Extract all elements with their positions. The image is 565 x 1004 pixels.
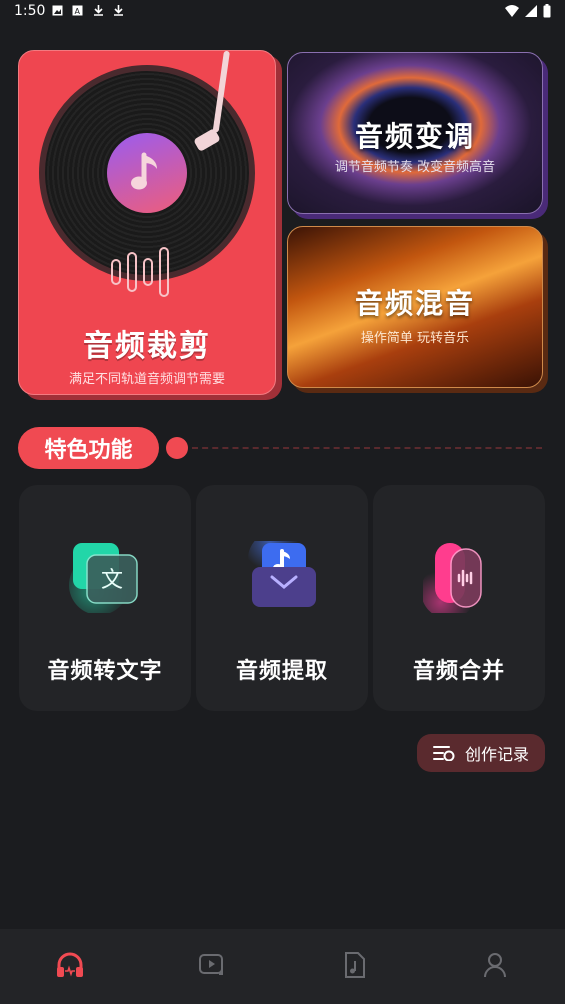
- bottom-tab-bar: [0, 929, 565, 1004]
- status-time: 1:50: [14, 3, 46, 19]
- history-list-icon: [432, 746, 455, 761]
- audio-extract-tile[interactable]: 音频提取: [196, 485, 368, 711]
- audio-to-text-tile[interactable]: 文 音频转文字: [19, 485, 191, 711]
- tile-label: 音频合并: [412, 659, 505, 684]
- audio-cut-card[interactable]: 音频裁剪 满足不同轨道音频调节需要: [18, 50, 276, 395]
- signal-icon: [525, 5, 537, 17]
- tile-label: 音频提取: [235, 659, 328, 684]
- profile-icon[interactable]: [479, 949, 511, 981]
- headphones-icon[interactable]: [54, 949, 86, 981]
- music-note-icon: [107, 133, 187, 213]
- card-subtitle: 满足不同轨道音频调节需要: [68, 372, 225, 387]
- card-subtitle: 调节音频节奏 改变音频高音: [334, 160, 496, 175]
- section-title: 特色功能: [18, 427, 159, 469]
- download-icon: [114, 5, 123, 16]
- waveform-icon: [111, 247, 169, 297]
- svg-text:A: A: [75, 7, 81, 16]
- creation-history-button[interactable]: 创作记录: [417, 734, 545, 772]
- translate-icon: 文: [69, 543, 138, 613]
- font-notification-icon: A: [72, 5, 83, 16]
- audio-pitch-card[interactable]: 音频变调 调节音频节奏 改变音频高音: [287, 52, 543, 214]
- section-divider: [192, 447, 542, 449]
- extract-icon: [248, 541, 316, 607]
- card-title: 音频混音: [354, 287, 475, 320]
- download-icon: [94, 5, 103, 16]
- tile-label: 音频转文字: [47, 659, 163, 684]
- image-notification-icon: [52, 5, 63, 16]
- section-dot: [166, 437, 188, 459]
- audio-merge-tile[interactable]: 音频合并: [373, 485, 545, 711]
- svg-text:文: 文: [101, 568, 123, 593]
- merge-icon: [423, 543, 482, 613]
- creation-history-label: 创作记录: [464, 745, 529, 764]
- card-subtitle: 操作简单 玩转音乐: [360, 331, 470, 346]
- audio-mix-card[interactable]: 音频混音 操作简单 玩转音乐: [287, 226, 543, 388]
- battery-icon: [543, 4, 551, 18]
- card-title: 音频变调: [354, 120, 475, 153]
- card-title: 音频裁剪: [83, 329, 211, 364]
- status-bar: 1:50 A: [0, 0, 565, 24]
- music-file-icon[interactable]: [338, 949, 370, 981]
- wifi-icon: [505, 5, 519, 17]
- video-icon[interactable]: [196, 949, 228, 981]
